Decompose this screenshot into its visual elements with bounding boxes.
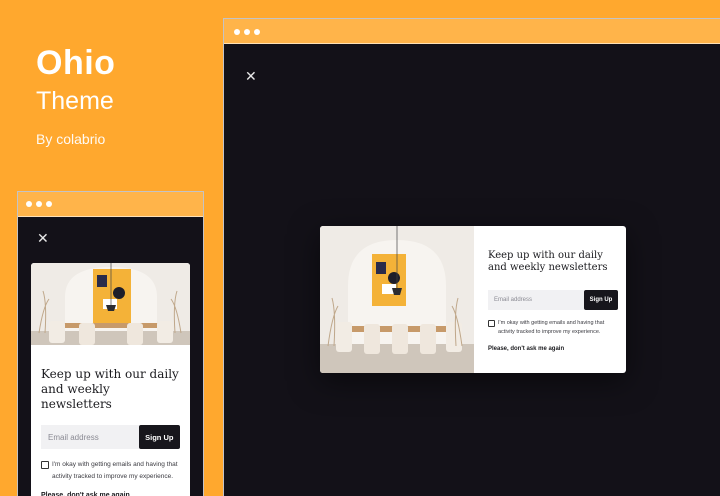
window-dot xyxy=(26,201,32,207)
window-dot xyxy=(46,201,52,207)
email-input[interactable]: Email address xyxy=(41,425,139,449)
window-dot xyxy=(36,201,42,207)
popup-heading: Keep up with our daily and weekly newsle… xyxy=(41,367,179,411)
mobile-window-titlebar xyxy=(18,192,203,217)
mobile-browser-window: ✕ Keep up with our daily and weekly news… xyxy=(17,191,204,496)
signup-form: Email address Sign Up xyxy=(41,425,180,449)
email-input[interactable]: Email address xyxy=(488,290,584,310)
window-dots xyxy=(26,201,52,207)
brand-title: Ohio xyxy=(36,44,116,82)
consent-row: I'm okay with getting emails and having … xyxy=(41,459,180,483)
desktop-window-titlebar xyxy=(224,19,720,44)
consent-text: I'm okay with getting emails and having … xyxy=(498,320,605,335)
desktop-browser-window: ✕ Keep up with our daily and weekly news… xyxy=(223,18,720,496)
brand-block: Ohio Theme By colabrio xyxy=(36,44,115,147)
consent-checkbox[interactable] xyxy=(488,320,495,327)
close-icon[interactable]: ✕ xyxy=(245,69,257,83)
newsletter-popup-mobile: Keep up with our daily and weekly newsle… xyxy=(31,263,190,496)
sign-up-button[interactable]: Sign Up xyxy=(138,425,180,449)
popup-heading: Keep up with our daily and weekly newsle… xyxy=(488,250,608,273)
consent-checkbox[interactable] xyxy=(41,461,49,469)
dont-ask-again-link[interactable]: Please, don't ask me again xyxy=(41,492,180,496)
dont-ask-again-link[interactable]: Please, don't ask me again xyxy=(488,346,618,352)
window-dot xyxy=(244,29,250,35)
dining-room-image xyxy=(31,263,190,345)
newsletter-popup-desktop: Keep up with our daily and weekly newsle… xyxy=(320,226,626,373)
desktop-page-overlay: ✕ Keep up with our daily and weekly news… xyxy=(224,44,720,496)
signup-form: Email address Sign Up xyxy=(488,290,618,310)
brand-subtitle: Theme xyxy=(36,87,114,115)
consent-row: I'm okay with getting emails and having … xyxy=(488,319,618,337)
consent-text: I'm okay with getting emails and having … xyxy=(52,461,178,480)
brand-byline: By colabrio xyxy=(36,131,106,147)
window-dot xyxy=(234,29,240,35)
window-dots xyxy=(234,29,260,35)
close-icon[interactable]: ✕ xyxy=(37,231,49,245)
window-dot xyxy=(254,29,260,35)
dining-room-image xyxy=(320,226,474,373)
mobile-page-overlay: ✕ Keep up with our daily and weekly news… xyxy=(18,217,203,496)
sign-up-button[interactable]: Sign Up xyxy=(584,290,618,310)
